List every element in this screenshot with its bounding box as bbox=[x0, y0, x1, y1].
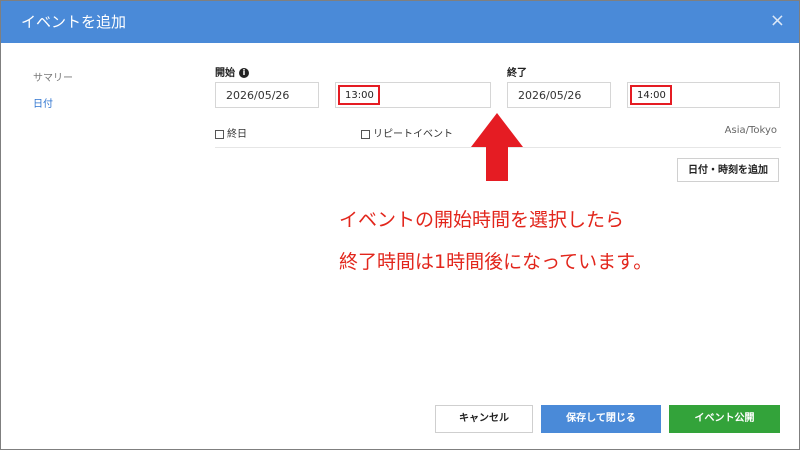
save-and-close-button[interactable]: 保存して閉じる bbox=[541, 405, 661, 433]
red-up-arrow-icon bbox=[471, 113, 523, 181]
annotation-line-1: イベントの開始時間を選択したら bbox=[339, 209, 625, 231]
sidebar-item-date[interactable]: 日付 bbox=[33, 95, 53, 110]
checkbox-icon[interactable] bbox=[215, 129, 224, 139]
checkbox-icon[interactable] bbox=[361, 129, 370, 139]
repeat-event-checkbox[interactable]: リピートイベント bbox=[361, 125, 453, 140]
dialog-header: イベントを追加 × bbox=[1, 1, 799, 43]
timezone-label[interactable]: Asia/Tokyo bbox=[725, 125, 777, 136]
cancel-button[interactable]: キャンセル bbox=[435, 405, 533, 433]
all-day-label: 終日 bbox=[227, 129, 247, 140]
start-date-input[interactable]: 2026/05/26 bbox=[215, 82, 319, 108]
end-date-input[interactable]: 2026/05/26 bbox=[507, 82, 611, 108]
close-icon[interactable]: × bbox=[770, 10, 785, 31]
annotation-line-2: 終了時間は1時間後になっています。 bbox=[339, 251, 653, 273]
publish-event-button[interactable]: イベント公開 bbox=[669, 405, 780, 433]
end-time-value: 14:00 bbox=[637, 90, 666, 101]
sidebar-item-summary[interactable]: サマリー bbox=[33, 69, 73, 84]
end-label: 終了 bbox=[507, 68, 527, 79]
start-label-text: 開始 bbox=[215, 68, 235, 79]
start-label: 開始 i bbox=[215, 64, 249, 79]
add-event-dialog: イベントを追加 × サマリー 日付 開始 i 2026/05/26 13:00 終… bbox=[0, 0, 800, 450]
all-day-checkbox[interactable]: 終日 bbox=[215, 125, 247, 140]
start-time-value: 13:00 bbox=[345, 90, 374, 101]
info-icon[interactable]: i bbox=[239, 68, 249, 78]
add-date-time-button[interactable]: 日付・時刻を追加 bbox=[677, 158, 779, 182]
dialog-title: イベントを追加 bbox=[21, 13, 127, 31]
repeat-event-label: リピートイベント bbox=[373, 129, 453, 140]
